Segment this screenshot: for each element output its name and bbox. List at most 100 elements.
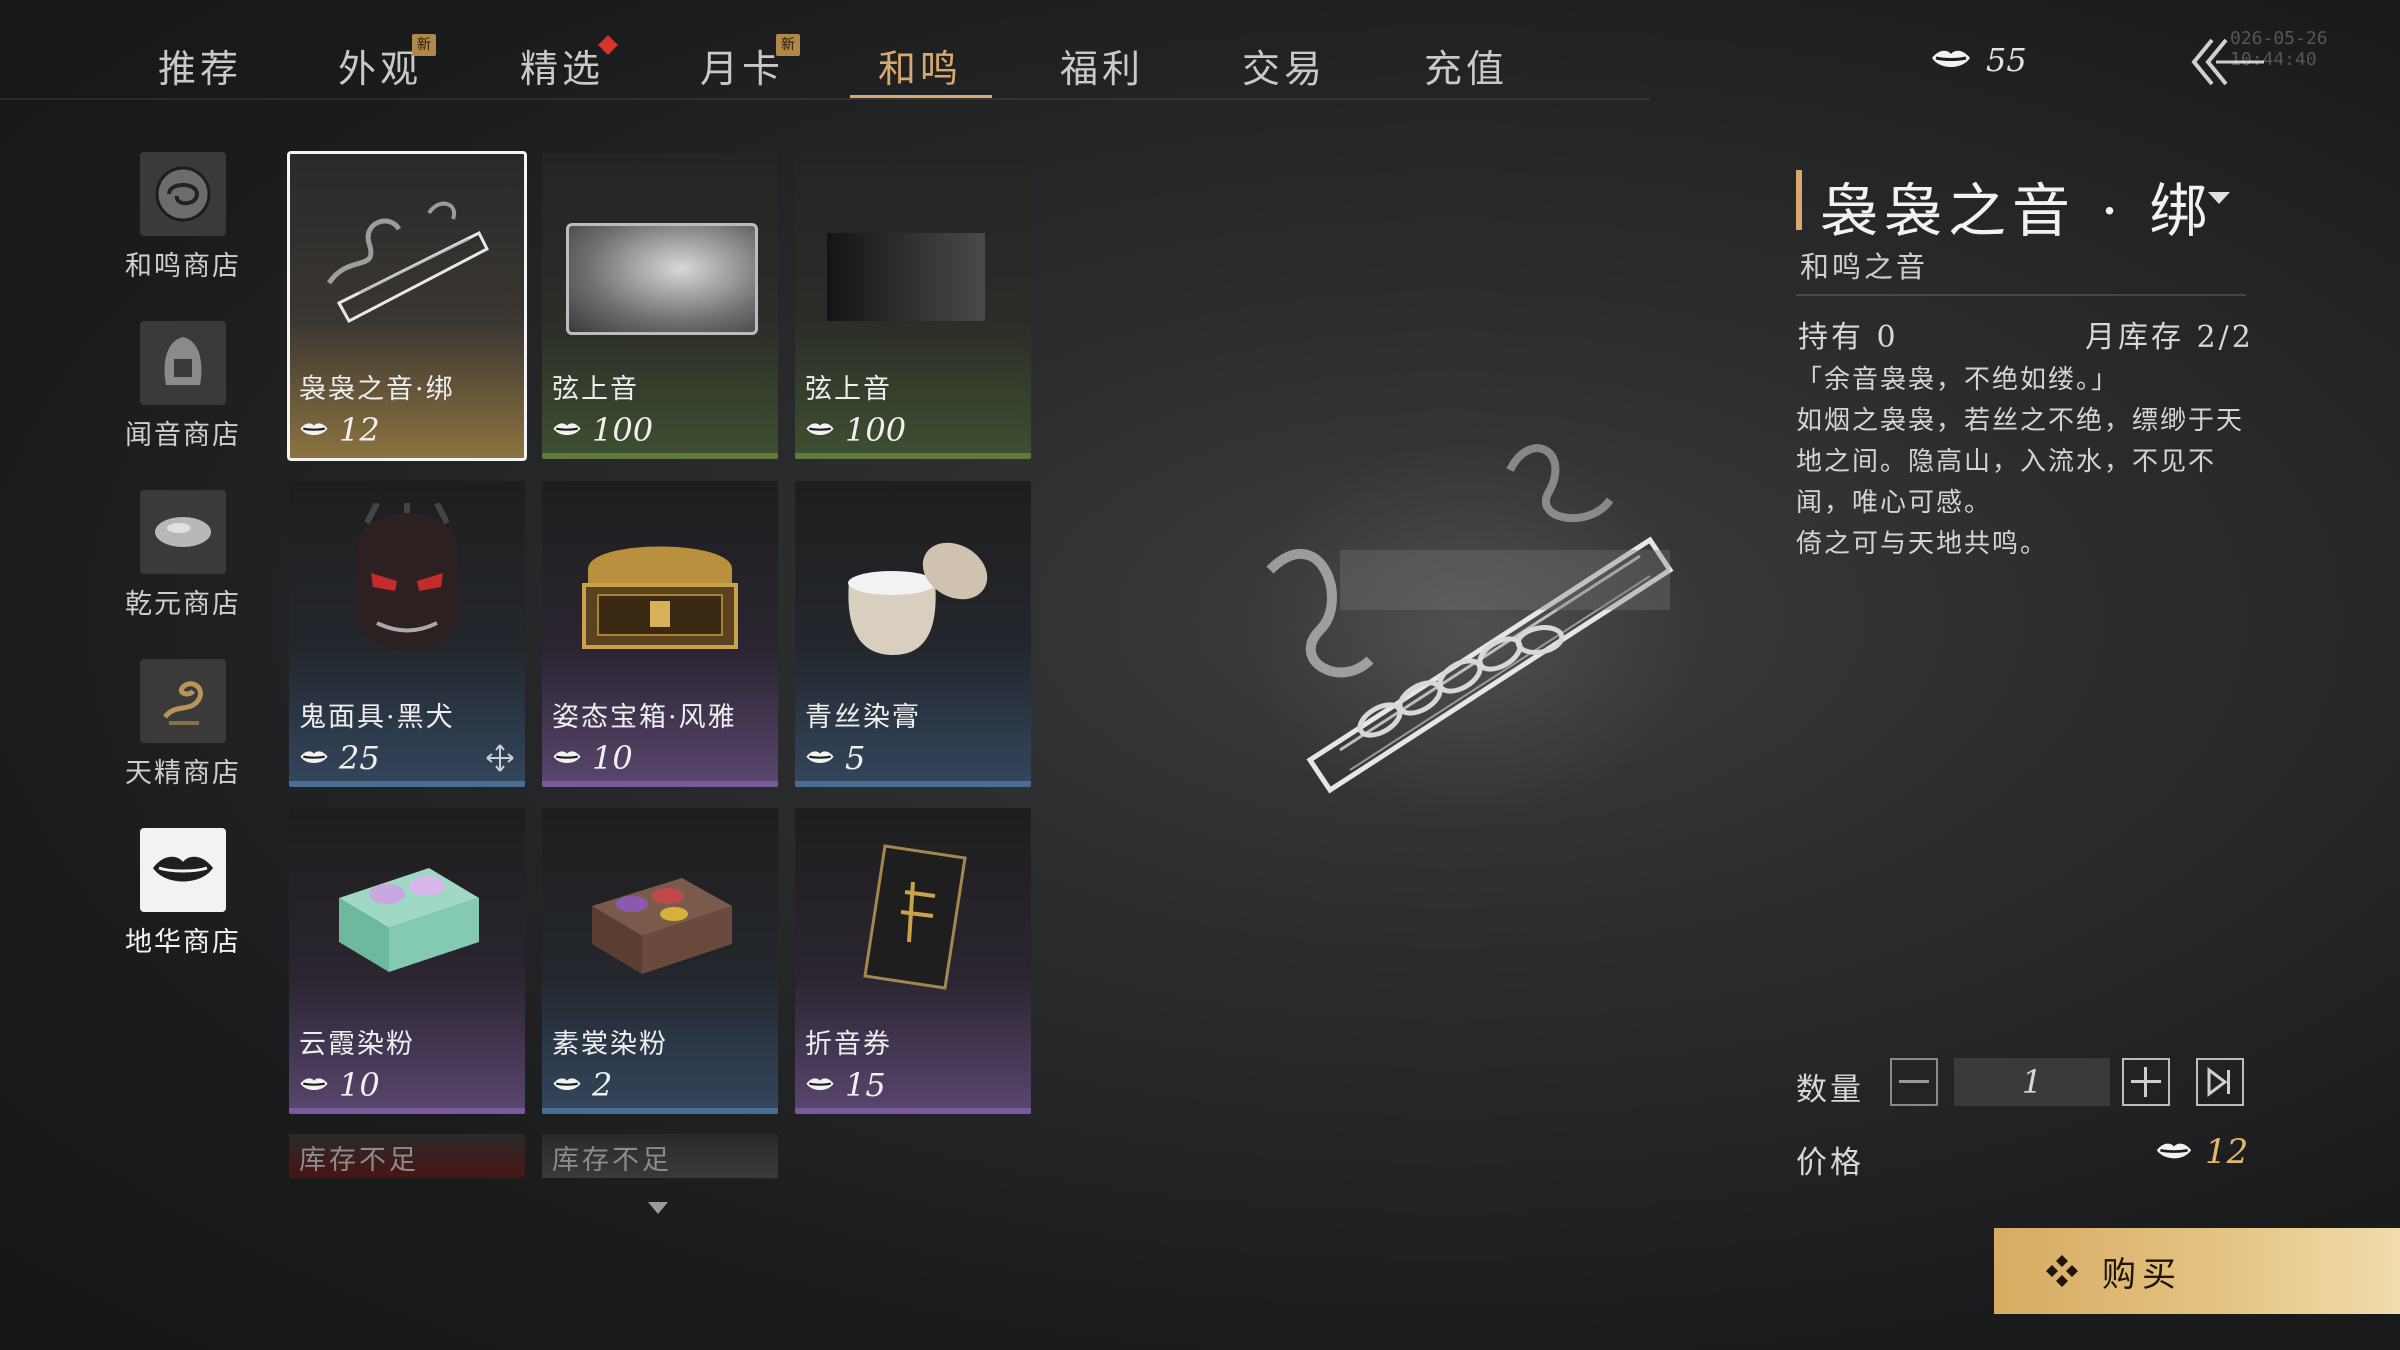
item-name: 姿态宝箱·风雅 (552, 702, 737, 733)
max-quantity-button[interactable] (2196, 1058, 2244, 1106)
rarity-bar (289, 1108, 525, 1114)
item-price: 25 (299, 739, 515, 777)
description-line: 闻，唯心可感。 (1796, 488, 1993, 518)
rarity-bar (795, 453, 1031, 459)
price-value: 10 (339, 1066, 380, 1104)
item-card[interactable]: 云霞染粉 10 (289, 808, 525, 1114)
title-accent-bar (1796, 170, 1802, 230)
sidebar-item-qianyuan-shop[interactable]: 乾元商店 (118, 490, 248, 621)
tab-welfare[interactable]: 福利 (1060, 38, 1144, 93)
sidebar-item-label: 乾元商店 (125, 589, 241, 620)
price-label: 价格 (1796, 1145, 1864, 1181)
quantity-input[interactable]: 1 (1954, 1058, 2110, 1106)
item-card[interactable]: 袅袅之音·绑 12 (287, 151, 527, 461)
rarity-bar (542, 781, 778, 787)
out-of-stock-label: 库存不足 (299, 1145, 419, 1176)
top-nav: 推荐 外观 新 精选 月卡 新 和鸣 福利 交易 充值 (0, 0, 1650, 100)
item-price: 15 (805, 1066, 886, 1104)
item-card[interactable]: 青丝染膏 5 (795, 481, 1031, 787)
price-value: 25 (339, 739, 380, 777)
lips-currency-icon (300, 1078, 328, 1090)
lips-currency-icon (806, 751, 834, 763)
tab-recharge[interactable]: 充值 (1424, 38, 1508, 93)
new-badge: 新 (412, 34, 436, 56)
item-price: 10 (552, 739, 633, 777)
dye-powder-box-image (592, 878, 732, 974)
music-score-image (827, 233, 985, 321)
lips-currency-icon (300, 423, 328, 435)
tab-featured[interactable]: 精选 (520, 38, 604, 93)
tab-recommend[interactable]: 推荐 (158, 38, 242, 93)
item-price: 100 (552, 411, 653, 449)
timestamp: 026-05-26 10:44:40 (2230, 28, 2328, 70)
sidebar-item-label: 地华商店 (125, 927, 241, 958)
description-line: 倚之可与天地共鸣。 (1796, 529, 2049, 559)
lips-currency-icon (1932, 50, 1970, 67)
jade-pebble-icon (140, 490, 226, 574)
increase-quantity-button[interactable] (2122, 1058, 2170, 1106)
item-card[interactable]: 弦上音 100 (542, 153, 778, 459)
item-card-out-of-stock[interactable]: 库存不足 (542, 1134, 778, 1178)
chevron-down-icon[interactable] (2208, 192, 2230, 204)
scroll-down-icon[interactable] (648, 1202, 668, 1214)
price-value: 12 (2205, 1132, 2249, 1172)
item-card[interactable]: 弦上音 100 (795, 153, 1031, 459)
decrease-quantity-button[interactable] (1890, 1058, 1938, 1106)
total-price: 12 (2155, 1132, 2248, 1172)
item-price: 100 (805, 411, 906, 449)
item-preview-image (1240, 440, 1700, 820)
price-value: 100 (845, 411, 907, 449)
item-card[interactable]: 鬼面具·黑犬 25 (289, 481, 525, 787)
new-badge: 新 (776, 34, 800, 56)
item-card[interactable]: 姿态宝箱·风雅 10 (542, 481, 778, 787)
price-value: 5 (845, 739, 866, 777)
description-line: 地之间。隐高山，入流水，不见不 (1796, 447, 2217, 477)
item-name: 素裳染粉 (552, 1029, 668, 1060)
item-name: 弦上音 (552, 374, 639, 405)
sidebar-item-wenyin-shop[interactable]: 闻音商店 (118, 321, 248, 452)
price-value: 2 (592, 1066, 613, 1104)
sidebar-item-heming-shop[interactable]: 和鸣商店 (118, 152, 248, 283)
price-value: 12 (339, 411, 380, 449)
item-price: 5 (805, 739, 865, 777)
price-value: 10 (592, 739, 633, 777)
lips-icon (140, 828, 226, 912)
lips-currency-icon (300, 751, 328, 763)
guqin-chained-image (326, 201, 490, 324)
treasure-chest-image (582, 546, 738, 649)
item-card[interactable]: 素裳染粉 2 (542, 808, 778, 1114)
item-card[interactable]: 折音券 15 (795, 808, 1031, 1114)
sidebar-item-label: 闻音商店 (125, 420, 241, 451)
dragon-icon (140, 659, 226, 743)
swirl-emblem-icon (140, 152, 226, 236)
out-of-stock-label: 库存不足 (552, 1145, 672, 1176)
rarity-bar (795, 781, 1031, 787)
sidebar-item-tianjing-shop[interactable]: 天精商店 (118, 659, 248, 790)
item-card-out-of-stock[interactable]: 库存不足 (289, 1134, 525, 1178)
item-name: 折音券 (805, 1029, 892, 1060)
tab-appearance[interactable]: 外观 (338, 38, 422, 93)
lips-currency-icon (553, 1078, 581, 1090)
move-icon[interactable] (485, 743, 515, 773)
tab-trade[interactable]: 交易 (1242, 38, 1326, 93)
currency-amount: 55 (1986, 41, 2027, 79)
price-value: 100 (592, 411, 654, 449)
ghost-mask-image (353, 503, 461, 651)
voucher-ticket-image (863, 844, 967, 990)
sidebar-item-label: 和鸣商店 (125, 251, 241, 282)
description-line: 「余音袅袅，不绝如缕。」 (1796, 365, 2120, 395)
tab-heming[interactable]: 和鸣 (878, 38, 962, 93)
buy-button[interactable]: 购买 (1994, 1228, 2400, 1314)
description-line: 如烟之袅袅，若丝之不绝，缥缈于天 (1796, 406, 2245, 436)
seal-stone-icon (140, 321, 226, 405)
sidebar-item-dihua-shop[interactable]: 地华商店 (118, 828, 248, 959)
lips-currency-icon (2156, 1143, 2192, 1159)
buy-button-label: 购买 (2102, 1254, 2182, 1295)
tab-monthly-card[interactable]: 月卡 (700, 38, 784, 93)
item-title: 袅袅之音 · 绑 (1820, 177, 2214, 245)
item-description: 「余音袅袅，不绝如缕。」 如烟之袅袅，若丝之不绝，缥缈于天 地之间。隐高山，入流… (1796, 360, 2256, 565)
rarity-bar (542, 453, 778, 459)
owned-count: 持有 0 (1798, 320, 1899, 355)
lips-currency-icon (553, 751, 581, 763)
rarity-bar (542, 1108, 778, 1114)
